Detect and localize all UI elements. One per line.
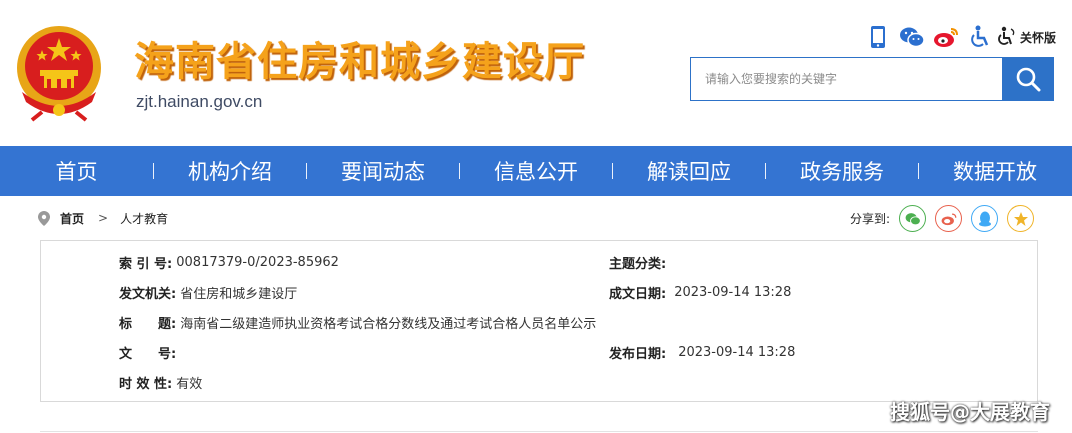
info-published-date: 发布日期: 2023-09-14 13:28 (609, 342, 795, 362)
main-nav: 首页 机构介绍 要闻动态 信息公开 解读回应 政务服务 数据开放 (0, 146, 1072, 196)
breadcrumb-home[interactable]: 首页 (60, 210, 84, 227)
care-mode-icon (997, 26, 1017, 48)
info-title: 标 题: 海南省二级建造师执业资格考试合格分数线及通过考试合格人员名单公示 (119, 312, 596, 332)
site-title[interactable]: 海南省住房和城乡建设厅 (134, 38, 585, 86)
issuer-value: 省住房和城乡建设厅 (180, 286, 298, 302)
search-input[interactable] (691, 58, 1002, 100)
star-icon (1013, 211, 1029, 227)
info-category: 主题分类: (609, 252, 670, 272)
watermark: 搜狐号@大展教育 (890, 400, 1050, 424)
site-domain: zjt.hainan.gov.cn (136, 92, 263, 111)
validity-value: 有效 (176, 376, 203, 392)
share-qzone-button[interactable] (1007, 205, 1034, 232)
info-created-date: 成文日期: 2023-09-14 13:28 (609, 282, 791, 302)
weibo-icon (941, 212, 957, 226)
validity-label: 时 效 性: (119, 376, 173, 392)
top-toolbar: 关怀版 (857, 24, 1056, 50)
site-header: 海南省住房和城乡建设厅 zjt.hainan.gov.cn 关怀版 (0, 0, 1072, 146)
share-label: 分享到: (849, 212, 890, 226)
wechat-icon (905, 212, 921, 226)
page: 海南省住房和城乡建设厅 zjt.hainan.gov.cn 关怀版 请输入您要搜… (0, 0, 1072, 433)
index-no-label: 索 引 号: (119, 256, 173, 272)
weibo-icon[interactable] (933, 24, 959, 50)
accessibility-icon[interactable] (967, 24, 993, 50)
share-weibo-button[interactable] (935, 205, 962, 232)
doc-no-label: 文 号: (119, 346, 177, 362)
info-issuer: 发文机关: 省住房和城乡建设厅 (119, 282, 297, 302)
nav-item-home[interactable]: 首页 (0, 146, 153, 196)
info-doc-no: 文 号: (119, 342, 180, 362)
nav-item-about[interactable]: 机构介绍 (154, 146, 306, 196)
share-qq-button[interactable] (971, 205, 998, 232)
location-pin-icon (38, 210, 50, 226)
qq-penguin-icon (978, 211, 992, 227)
share-wechat-button[interactable] (899, 205, 926, 232)
created-date-value: 2023-09-14 13:28 (674, 284, 792, 300)
breadcrumb: 首页 > 人才教育 (38, 208, 168, 228)
nav-item-interpretation[interactable]: 解读回应 (613, 146, 765, 196)
content-divider (40, 431, 1038, 432)
title-label: 标 题: (119, 316, 177, 332)
mobile-icon[interactable] (865, 24, 891, 50)
published-date-label: 发布日期: (609, 346, 667, 362)
search-icon (1015, 66, 1041, 92)
nav-item-news[interactable]: 要闻动态 (307, 146, 459, 196)
issuer-label: 发文机关: (119, 286, 177, 302)
wechat-icon[interactable] (899, 24, 925, 50)
document-info-box: 索 引 号: 00817379-0/2023-85962 主题分类: 发文机关:… (40, 240, 1038, 402)
published-date-value: 2023-09-14 13:28 (678, 344, 796, 360)
search-box (690, 57, 1054, 101)
breadcrumb-current[interactable]: 人才教育 (120, 210, 168, 227)
info-index-no: 索 引 号: 00817379-0/2023-85962 (119, 252, 339, 272)
nav-item-disclosure[interactable]: 信息公开 (460, 146, 612, 196)
created-date-label: 成文日期: (609, 286, 667, 302)
care-mode-label: 关怀版 (1019, 30, 1056, 45)
care-mode-button[interactable]: 关怀版 (997, 26, 1056, 48)
nav-item-services[interactable]: 政务服务 (766, 146, 918, 196)
national-emblem-logo[interactable] (12, 22, 106, 122)
info-validity: 时 效 性: 有效 (119, 372, 202, 392)
nav-item-open-data[interactable]: 数据开放 (919, 146, 1071, 196)
share-bar: 分享到: (850, 205, 1034, 232)
chevron-right-icon: > (98, 211, 109, 225)
title-value: 海南省二级建造师执业资格考试合格分数线及通过考试合格人员名单公示 (180, 316, 597, 332)
index-no-value: 00817379-0/2023-85962 (176, 254, 339, 270)
search-button[interactable] (1002, 58, 1053, 100)
category-label: 主题分类: (609, 256, 667, 272)
